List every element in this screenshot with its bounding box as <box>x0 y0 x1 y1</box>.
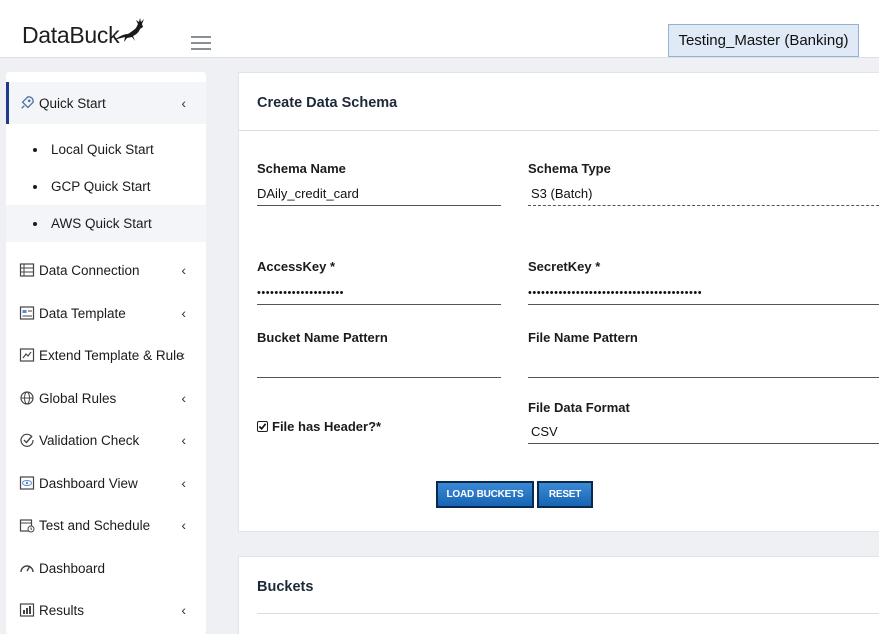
sidebar-item-global-rules[interactable]: Global Rules ‹ <box>6 377 206 419</box>
load-buckets-button[interactable]: LOAD BUCKETS <box>436 481 534 508</box>
sidebar-item-validation-check[interactable]: Validation Check ‹ <box>6 419 206 461</box>
sidebar-subitem-local-quick-start[interactable]: Local Quick Start <box>6 131 206 168</box>
gauge-icon <box>19 560 35 576</box>
sidebar-item-label: Test and Schedule <box>39 517 151 533</box>
checkbox-checked-icon[interactable] <box>257 421 268 432</box>
file-name-pattern-input[interactable] <box>528 354 879 378</box>
schema-name-label: Schema Name <box>257 161 346 176</box>
secret-key-label: SecretKey * <box>528 259 601 274</box>
sidebar-item-quick-start[interactable]: Quick Start ‹ <box>6 82 206 124</box>
secret-key-input[interactable]: •••••••••••••••••••••••••••••••••••••••• <box>528 281 879 305</box>
sidebar-item-label: Global Rules <box>39 390 117 406</box>
checkbox-label: File has Header?* <box>272 419 382 434</box>
reset-button[interactable]: RESET <box>537 481 593 508</box>
database-list-icon <box>19 262 35 278</box>
rocket-icon <box>19 95 35 111</box>
access-key-label: AccessKey * <box>257 259 336 274</box>
sidebar-item-label: Extend Template & Rule <box>39 347 184 363</box>
chevron-left-icon: ‹ <box>181 517 186 533</box>
sidebar-item-data-template[interactable]: Data Template ‹ <box>6 292 206 334</box>
file-has-header-checkbox[interactable]: File has Header?* <box>257 419 381 434</box>
chevron-left-icon: ‹ <box>181 602 186 618</box>
divider <box>257 613 879 614</box>
chevron-left-icon: ‹ <box>181 390 186 406</box>
top-bar: DataBuck Testing_Master (Banking) <box>0 0 879 58</box>
bullet-icon <box>33 184 37 189</box>
chevron-left-icon: ‹ <box>181 305 186 321</box>
chevron-left-icon: ‹ <box>181 432 186 448</box>
sidebar-item-label: Quick Start <box>39 95 106 111</box>
sidebar-item-data-connection[interactable]: Data Connection ‹ <box>6 249 206 291</box>
schema-name-input[interactable] <box>257 182 501 206</box>
sidebar-item-label: Validation Check <box>39 432 140 448</box>
schema-type-select[interactable]: S3 (Batch) <box>528 182 879 206</box>
bullet-icon <box>33 221 37 226</box>
bullet-icon <box>33 147 37 152</box>
file-name-pattern-label: File Name Pattern <box>528 330 638 345</box>
sidebar-item-label: Results <box>39 602 85 618</box>
buckets-title: Buckets <box>257 579 314 595</box>
project-selector-button[interactable]: Testing_Master (Banking) <box>668 24 859 57</box>
sidebar-item-label: Data Template <box>39 305 126 321</box>
divider <box>239 130 879 131</box>
template-icon <box>19 305 35 321</box>
chevron-left-icon: ‹ <box>181 262 186 278</box>
eye-icon <box>19 475 35 491</box>
calendar-icon <box>19 517 35 533</box>
sidebar: Quick Start ‹ Local Quick Start GCP Quic… <box>6 72 206 634</box>
access-key-input[interactable]: •••••••••••••••••••• <box>257 281 501 305</box>
sidebar-subitem-aws-quick-start[interactable]: AWS Quick Start <box>6 205 206 242</box>
extend-template-icon <box>19 347 35 363</box>
bucket-name-pattern-label: Bucket Name Pattern <box>257 330 388 345</box>
subitem-label: Local Quick Start <box>51 142 154 157</box>
logo-text: DataBuck <box>22 22 120 48</box>
check-circle-icon <box>19 432 35 448</box>
sidebar-subitem-gcp-quick-start[interactable]: GCP Quick Start <box>6 168 206 205</box>
chevron-left-icon: ‹ <box>181 475 186 491</box>
buckets-card: Buckets <box>238 556 879 634</box>
sidebar-item-label: Dashboard <box>39 560 106 576</box>
chevron-left-icon: ‹ <box>180 347 185 363</box>
create-data-schema-card: Create Data Schema Schema Name Schema Ty… <box>238 72 879 532</box>
sidebar-item-dashboard-view[interactable]: Dashboard View ‹ <box>6 462 206 504</box>
leaping-deer-logo-icon <box>114 18 144 42</box>
file-data-format-select[interactable]: CSV <box>528 420 879 444</box>
subitem-label: AWS Quick Start <box>51 216 152 231</box>
results-icon <box>19 602 35 618</box>
globe-icon <box>19 390 35 406</box>
subitem-label: GCP Quick Start <box>51 179 151 194</box>
bucket-name-pattern-input[interactable] <box>257 354 501 378</box>
sidebar-item-results[interactable]: Results ‹ <box>6 589 206 631</box>
chevron-left-icon: ‹ <box>181 95 186 111</box>
card-title: Create Data Schema <box>257 95 398 111</box>
sidebar-item-label: Dashboard View <box>39 475 138 491</box>
file-data-format-label: File Data Format <box>528 400 630 415</box>
sidebar-item-dashboard[interactable]: Dashboard <box>6 547 206 589</box>
menu-toggle-icon[interactable] <box>191 36 211 50</box>
sidebar-item-extend-template-rule[interactable]: Extend Template & Rule ‹ <box>6 334 206 376</box>
sidebar-item-label: Data Connection <box>39 262 140 278</box>
sidebar-item-test-and-schedule[interactable]: Test and Schedule ‹ <box>6 504 206 546</box>
schema-type-label: Schema Type <box>528 161 611 176</box>
